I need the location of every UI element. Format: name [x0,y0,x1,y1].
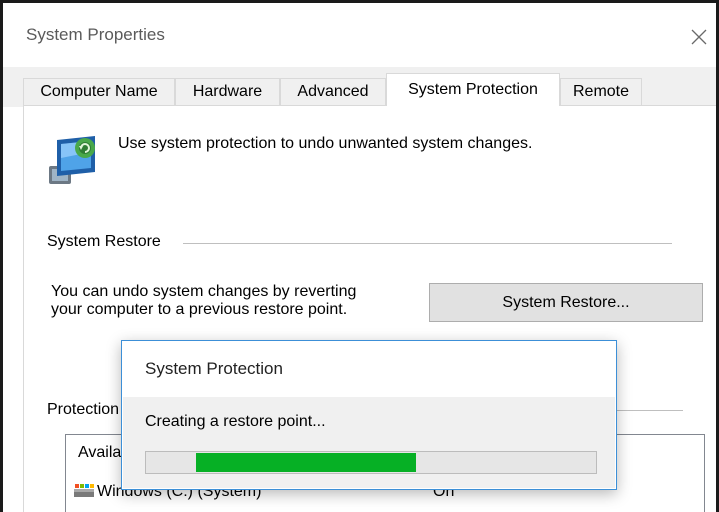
close-button[interactable] [679,17,719,57]
title-bar: System Properties [3,3,716,67]
drive-icon [74,484,94,497]
system-protection-icon [49,136,95,184]
intro-text: Use system protection to undo unwanted s… [118,135,533,152]
window-title: System Properties [26,25,165,44]
dialog-body: Creating a restore point... [123,397,615,488]
tab-advanced[interactable]: Advanced [280,78,386,105]
description-line: You can undo system changes by reverting [51,283,357,300]
dialog-title: System Protection [145,359,283,378]
protection-settings-group-title: Protection [47,401,126,419]
system-protection-dialog: System Protection Creating a restore poi… [121,340,617,490]
progress-bar-fill [195,453,416,472]
group-divider [183,243,672,244]
tab-label: Remote [572,83,630,100]
description-line: your computer to a previous restore poin… [51,301,348,318]
tab-label: System Protection [408,81,538,98]
close-icon [691,29,707,45]
tab-label: Hardware [192,83,263,100]
system-restore-description: You can undo system changes by reverting… [51,283,431,319]
tab-system-protection[interactable]: System Protection [386,73,560,106]
system-restore-button[interactable]: System Restore... [429,283,703,322]
progress-message: Creating a restore point... [145,413,326,430]
tab-computer-name[interactable]: Computer Name [23,78,175,105]
tab-label: Computer Name [40,83,158,100]
tab-hardware[interactable]: Hardware [175,78,280,105]
system-restore-group-title: System Restore [47,233,167,251]
tab-remote[interactable]: Remote [560,78,642,105]
progress-bar [145,451,597,474]
tab-label: Advanced [297,83,369,100]
